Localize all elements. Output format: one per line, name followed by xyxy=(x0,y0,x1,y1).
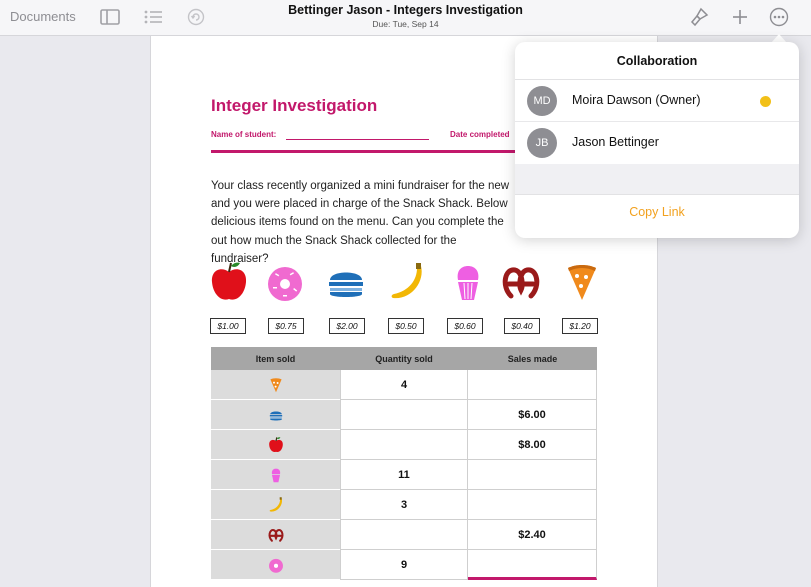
avatar: JB xyxy=(527,128,557,158)
price-burger: $2.00 xyxy=(329,318,365,334)
price-cupcake: $0.60 xyxy=(447,318,483,334)
top-toolbar: Documents Bettinger Jason - Integers Inv… xyxy=(0,0,811,36)
price-pizza: $1.20 xyxy=(562,318,598,334)
plus-icon[interactable] xyxy=(729,6,751,28)
price-donut: $0.75 xyxy=(268,318,304,334)
row-item-cell xyxy=(211,550,340,580)
quantity-cell[interactable]: 11 xyxy=(340,460,468,490)
row-item-cell xyxy=(211,460,340,490)
table-row: $6.00 xyxy=(211,400,597,430)
header-sales-made: Sales made xyxy=(507,353,558,364)
apple-icon xyxy=(211,262,247,300)
instructions-paragraph: Your class recently organized a mini fun… xyxy=(211,180,510,265)
row-item-cell xyxy=(211,400,340,430)
collaborator-name: Moira Dawson (Owner) xyxy=(572,93,701,107)
table-row: $2.40 xyxy=(211,520,597,550)
date-completed-label: Date completed xyxy=(450,130,510,139)
sales-cell[interactable] xyxy=(468,370,597,400)
collaborator-name: Jason Bettinger xyxy=(572,135,659,149)
burger-icon xyxy=(329,272,363,297)
worksheet-title: Integer Investigation xyxy=(211,96,378,115)
row-item-cell xyxy=(211,430,340,460)
row-item-cell xyxy=(211,370,340,400)
avatar: MD xyxy=(527,86,557,116)
apple-icon xyxy=(268,436,283,452)
quantity-cell[interactable]: 9 xyxy=(340,550,468,580)
student-name-line[interactable] xyxy=(286,139,429,140)
sales-cell[interactable] xyxy=(468,550,597,580)
table-row: $8.00 xyxy=(211,430,597,460)
donut-icon xyxy=(268,267,302,301)
quantity-cell[interactable] xyxy=(340,430,468,460)
brush-icon[interactable] xyxy=(688,6,710,28)
row-item-cell xyxy=(211,520,340,550)
collaboration-popover: Collaboration MD Moira Dawson (Owner) JB… xyxy=(515,42,799,238)
banana-icon xyxy=(269,496,282,512)
pizza-icon xyxy=(568,265,596,300)
popover-spacer xyxy=(515,164,799,194)
pretzel-icon xyxy=(502,267,540,299)
collaborator-row[interactable]: MD Moira Dawson (Owner) xyxy=(515,80,799,122)
table-row: 11 xyxy=(211,460,597,490)
table-row: 4 xyxy=(211,370,597,400)
pretzel-icon xyxy=(268,528,283,542)
collaborator-row[interactable]: JB Jason Bettinger xyxy=(515,122,799,164)
quantity-cell[interactable] xyxy=(340,400,468,430)
quantity-cell[interactable] xyxy=(340,520,468,550)
quantity-cell[interactable]: 4 xyxy=(340,370,468,400)
burger-icon xyxy=(269,411,282,420)
price-banana: $0.50 xyxy=(388,318,424,334)
table-row: 9 xyxy=(211,550,597,580)
table-header: Item sold Quantity sold Sales made xyxy=(211,347,597,370)
pizza-icon xyxy=(269,377,282,392)
popover-title: Collaboration xyxy=(515,42,799,80)
header-item-sold: Item sold xyxy=(255,353,296,364)
sales-cell[interactable] xyxy=(468,460,597,490)
online-status-dot xyxy=(760,96,771,107)
donut-icon xyxy=(268,558,283,573)
cupcake-icon xyxy=(271,468,280,482)
sales-cell[interactable]: $6.00 xyxy=(468,400,597,430)
sales-cell[interactable]: $2.40 xyxy=(468,520,597,550)
row-item-cell xyxy=(211,490,340,520)
price-apple: $1.00 xyxy=(210,318,246,334)
sales-cell[interactable] xyxy=(468,490,597,520)
header-quantity-sold: Quantity sold xyxy=(375,353,433,364)
price-pretzel: $0.40 xyxy=(504,318,540,334)
sales-cell[interactable]: $8.00 xyxy=(468,430,597,460)
table-row: 3 xyxy=(211,490,597,520)
student-name-label: Name of student: xyxy=(211,130,277,139)
cupcake-icon xyxy=(457,266,479,300)
banana-icon xyxy=(391,263,422,299)
more-icon[interactable] xyxy=(768,6,790,28)
copy-link-button[interactable]: Copy Link xyxy=(515,194,799,228)
quantity-cell[interactable]: 3 xyxy=(340,490,468,520)
